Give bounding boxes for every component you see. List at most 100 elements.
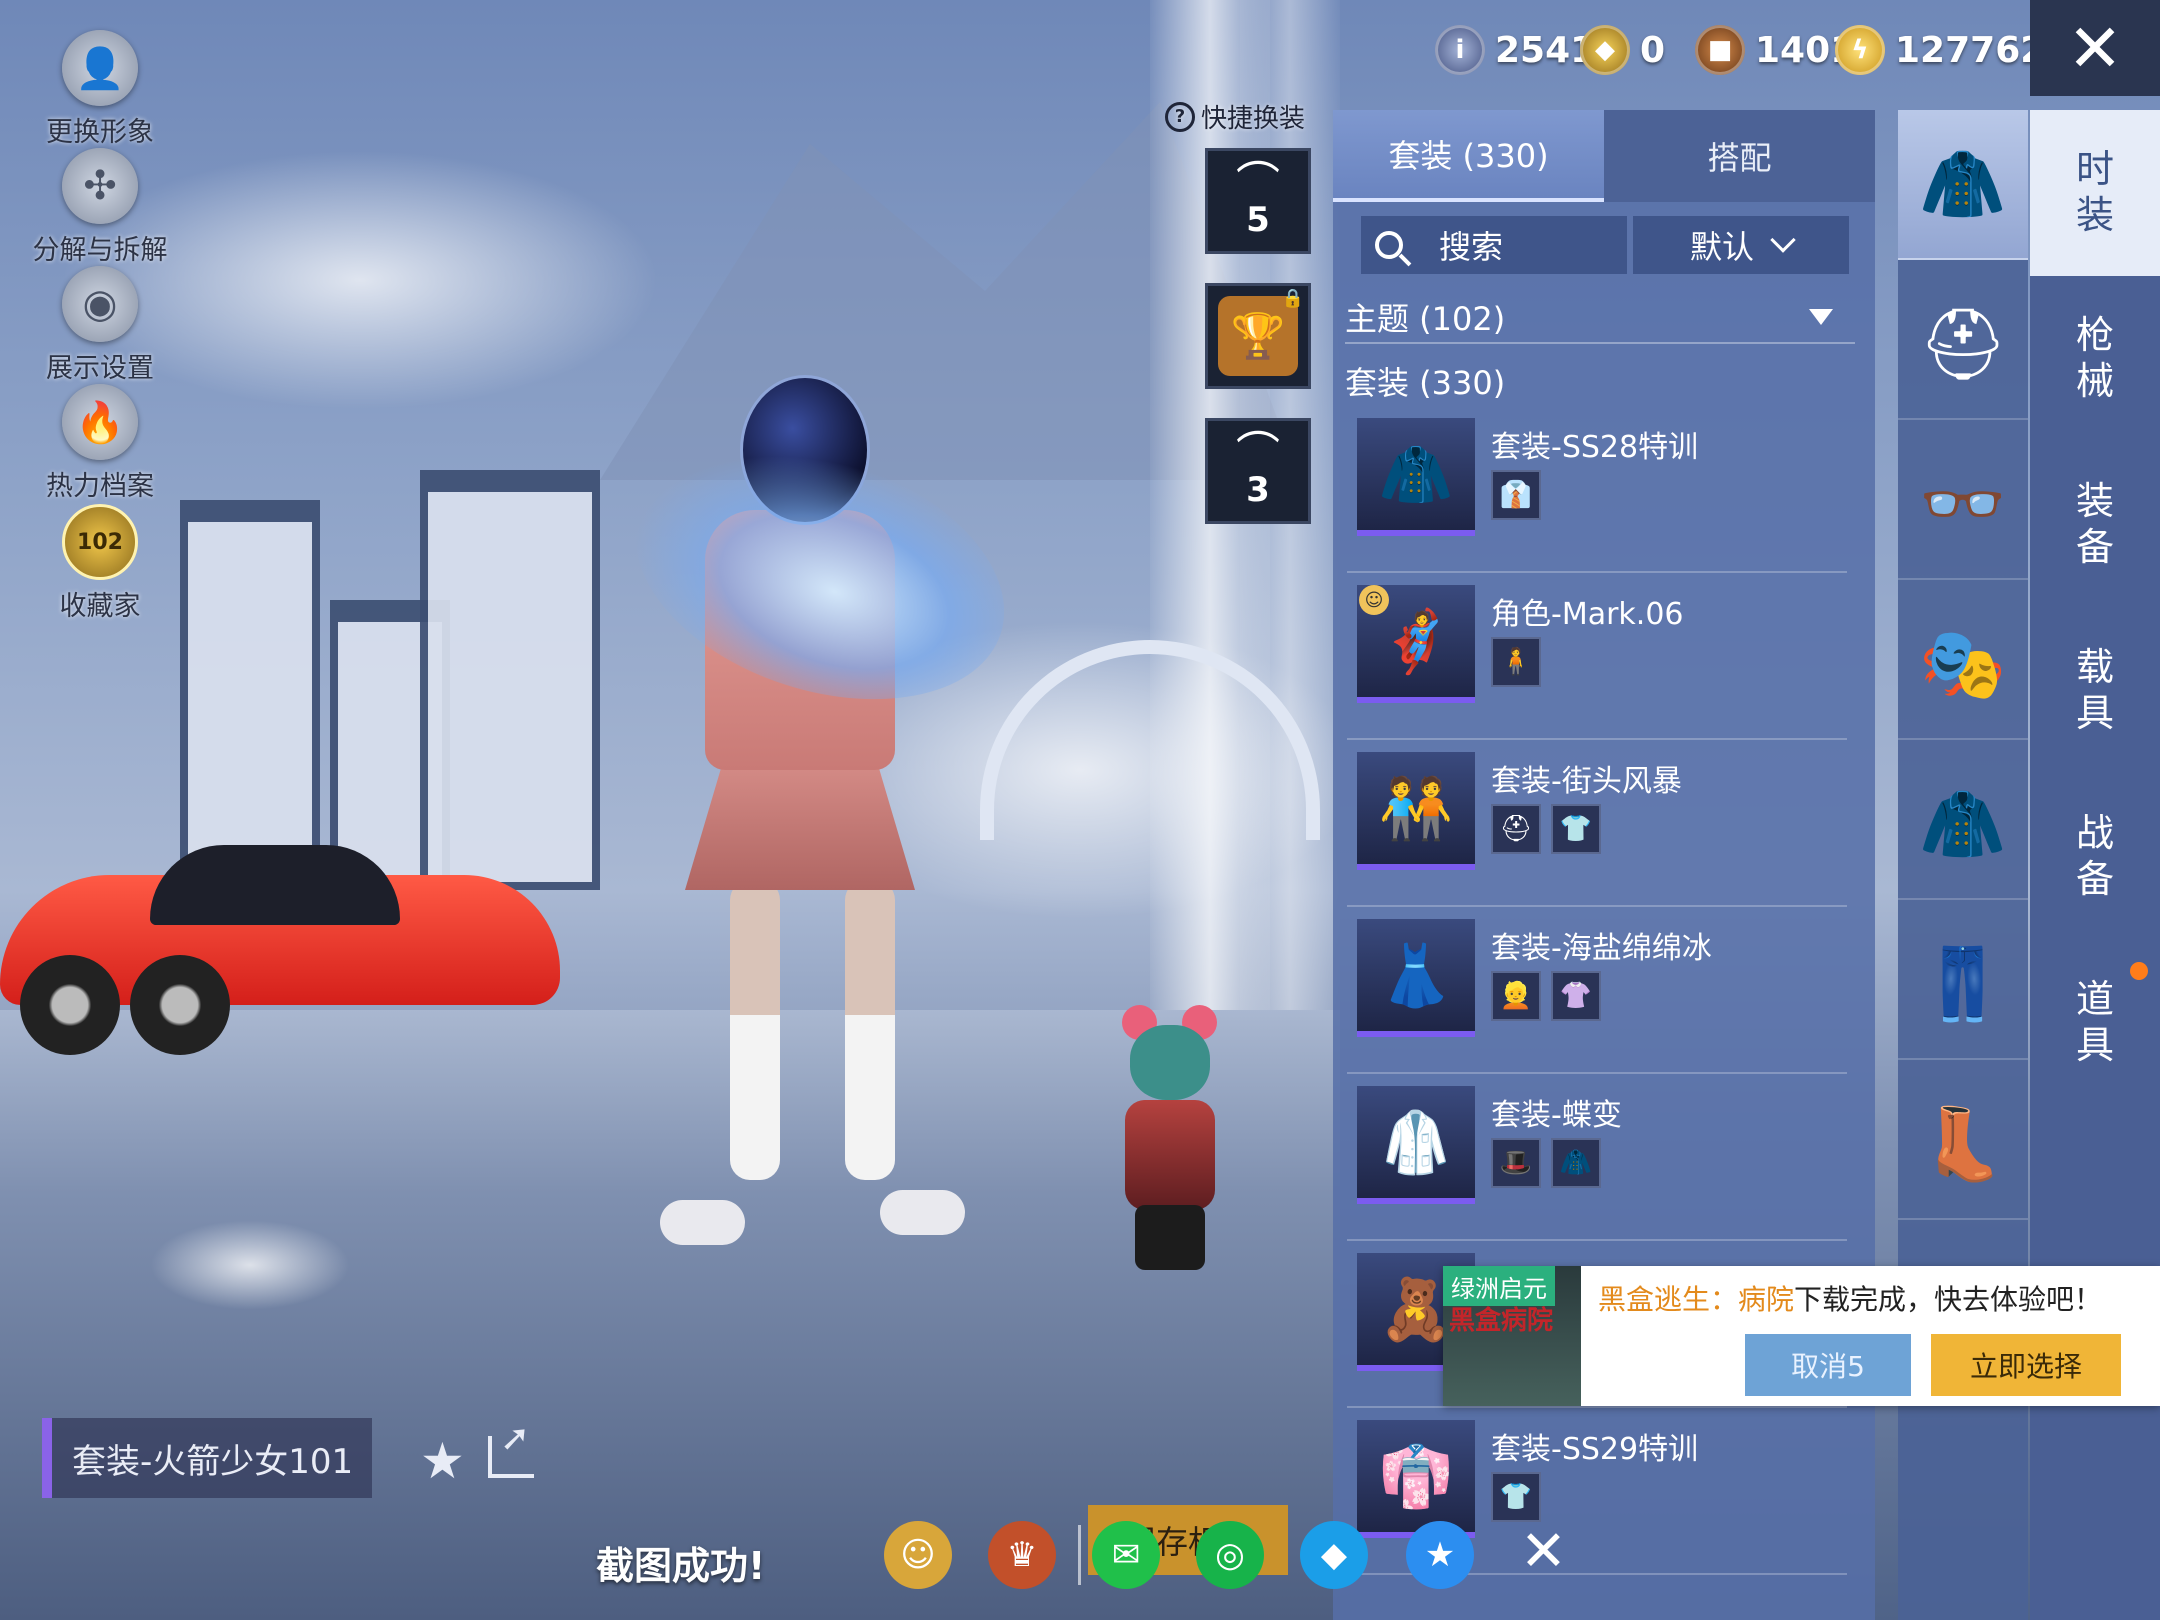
car-wheel [20,955,120,1055]
sort-value: 默认 [1689,228,1754,266]
player-character[interactable] [603,360,1037,1260]
bear-legs [1135,1205,1205,1270]
red-sports-car[interactable] [0,835,570,1055]
heat-archive-label: 热力档案 [46,471,154,502]
character-skirt [685,750,915,890]
divider [1078,1525,1081,1585]
tab-equipment[interactable]: 装 备 [2030,442,2160,608]
question-icon: ? [1165,101,1195,132]
suit-part-icon: 🧥 [1551,1138,1601,1188]
display-settings-button[interactable]: ◉ 展示设置 [20,266,180,384]
slot-number: 5 [1246,200,1270,240]
suit-part-icon: 🧍 [1491,637,1541,687]
currency-4[interactable]: ϟ 127762 [1835,20,2045,80]
quick-change-slot-1[interactable]: ⌒ 5 [1205,148,1311,254]
suit-thumbnail: 🧥 [1357,418,1475,536]
helmet-icon: ⛑ [1918,302,2008,385]
cancel-button[interactable]: 取消5 [1745,1334,1911,1396]
panel-tabs: 套装 (330) 搭配 [1333,110,1875,202]
flame-icon: 🔥 [62,384,138,460]
change-avatar-label: 更换形象 [46,117,154,148]
sort-dropdown[interactable]: 默认 [1633,216,1849,274]
character-icon: ☺ [1359,585,1389,615]
search-label: 搜索 [1439,228,1504,266]
tab-weapons[interactable]: 枪 械 [2030,276,2160,442]
currency-value: 0 [1640,29,1666,71]
suit-name: 套装-SS28特训 [1491,430,1699,465]
category-outfit[interactable]: 🧥 [1898,110,2028,260]
screenshot-success-message: 截图成功! [596,1544,766,1588]
car-windshield [150,845,400,925]
collector-button[interactable]: 102 收藏家 [20,504,180,622]
share-icon[interactable] [488,1418,534,1478]
popup-text-tail: 下载完成，快去体验吧！ [1794,1283,2103,1316]
triangle-down-icon [1809,309,1833,325]
list-item[interactable]: 🦸 ☺ 角色-Mark.06 🧍 [1347,573,1847,740]
building [420,470,600,890]
suits-count-label: 套装 (330) [1345,364,1506,402]
category-pants[interactable]: 👖 [1898,910,2028,1060]
current-outfit-name: 套装-火箭少女101 [42,1418,372,1498]
quick-change-help[interactable]: ? 快捷换装 [1165,98,1305,135]
boots-icon: 👢 [1919,1102,2007,1185]
lotus [150,1220,350,1310]
tab-vehicles[interactable]: 载 具 [2030,608,2160,774]
currency-1[interactable]: i 2541 [1435,20,1595,80]
bronze-crate-icon: ■ [1695,25,1745,75]
category-mask[interactable]: 🎭 [1898,590,2028,740]
suit-name: 套装-海盐绵绵冰 [1491,931,1712,966]
collector-level-badge: 102 [62,504,138,580]
popup-message: 黑盒逃生：病院下载完成，快去体验吧！ [1598,1278,2102,1318]
lock-icon: 🔒 [1281,288,1304,309]
search-input[interactable]: 搜索 [1361,216,1627,274]
decompose-button[interactable]: ✣ 分解与拆解 [20,148,180,266]
list-item[interactable]: 🧑‍🤝‍🧑 套装-街头风暴 ⛑ 👕 [1347,740,1847,907]
tab-label: 载 具 [2075,645,2114,735]
quick-change-slot-3[interactable]: ⌒ 3 [1205,418,1311,524]
collector-label: 收藏家 [59,591,141,622]
heat-archive-button[interactable]: 🔥 热力档案 [20,384,180,502]
tab-combat-gear[interactable]: 战 备 [2030,774,2160,940]
favorite-star-icon[interactable]: ★ [420,1432,465,1490]
currency-2[interactable]: ◆ 0 [1580,20,1665,80]
crystal-rifle [603,406,1037,744]
qq-icon[interactable]: ◆ [1300,1521,1368,1589]
game-scene [0,0,1340,1620]
close-icon: ✕ [2067,9,2123,87]
dress-icon: 🧥 [1919,142,2007,225]
game-thumbnail: 绿洲启元 黑盒病院 [1443,1266,1581,1406]
moments-icon[interactable]: ◎ [1196,1521,1264,1589]
bear-head [1130,1025,1210,1100]
glasses-icon: 👓 [1919,462,2007,545]
profile-share-icon[interactable]: ☺ [884,1521,952,1589]
tab-label: 战 备 [2075,811,2114,901]
tab-fashion[interactable]: 时 装 [2030,110,2160,276]
tab-suits[interactable]: 套装 (330) [1333,110,1604,202]
suit-thumbnail: 🥼 [1357,1086,1475,1204]
bear-torso [1125,1100,1215,1210]
list-item[interactable]: 🧥 套装-SS28特训 👔 [1347,406,1847,573]
category-glasses[interactable]: 👓 [1898,430,2028,580]
category-shoes[interactable]: 👢 [1898,1070,2028,1220]
quick-change-slot-2[interactable]: 🏆 🔒 [1205,283,1311,389]
wechat-icon[interactable]: ✉ [1092,1521,1160,1589]
currency-3[interactable]: ■ 1401 [1695,20,1855,80]
character-leg [730,880,780,1180]
suit-part-icon: 👚 [1551,971,1601,1021]
select-now-button[interactable]: 立即选择 [1931,1334,2121,1396]
car-wheel [130,955,230,1055]
character-shoe [660,1200,745,1245]
tab-match[interactable]: 搭配 [1604,110,1875,202]
category-headwear[interactable]: ⛑ [1898,270,2028,420]
list-item[interactable]: 👗 套装-海盐绵绵冰 👱 👚 [1347,907,1847,1074]
theme-filter[interactable]: 主题 (102) [1345,292,1855,344]
change-avatar-button[interactable]: 👤 更换形象 [20,30,180,148]
suit-part-icon: ⛑ [1491,804,1541,854]
close-button[interactable]: ✕ [2030,0,2160,96]
qzone-icon[interactable]: ★ [1406,1521,1474,1589]
close-icon[interactable]: ✕ [1520,1519,1567,1584]
list-item[interactable]: 🥼 套装-蝶变 🎩 🧥 [1347,1074,1847,1241]
game-share-icon[interactable]: ♛ [988,1521,1056,1589]
bear-mascot[interactable] [1110,1005,1230,1275]
category-top[interactable]: 🧥 [1898,750,2028,900]
